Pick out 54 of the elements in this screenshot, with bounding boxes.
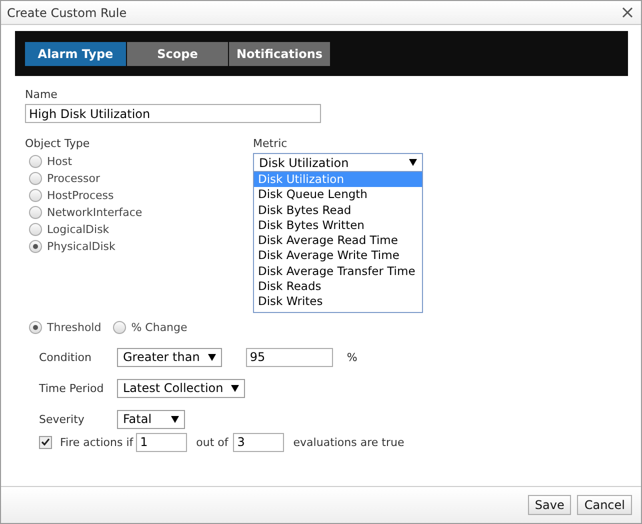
radio-label[interactable]: LogicalDisk — [47, 223, 110, 236]
radio-label[interactable]: PhysicalDisk — [47, 240, 116, 253]
name-field[interactable]: High Disk Utilization — [25, 104, 321, 123]
tab[interactable]: Alarm Type — [25, 42, 126, 66]
field-label: Metric — [253, 137, 288, 150]
radio-label[interactable]: HostProcess — [47, 189, 114, 202]
radio-button[interactable] — [29, 189, 42, 202]
caret-icon — [171, 416, 179, 423]
close-icon[interactable] — [622, 7, 633, 18]
radio-label[interactable]: NetworkInterface — [47, 206, 142, 219]
radio-label[interactable]: % Change — [131, 320, 188, 334]
field-label: out of — [196, 436, 228, 449]
dropdown-option[interactable]: Disk Bytes Read — [254, 202, 422, 218]
field-label: Time Period — [39, 382, 105, 395]
condition-dropdown[interactable]: Greater than — [117, 348, 222, 367]
radio-button[interactable] — [29, 320, 42, 334]
radio-label[interactable]: Threshold — [47, 320, 102, 334]
radio-button[interactable] — [29, 206, 42, 219]
checkbox[interactable] — [39, 436, 52, 449]
radio-label[interactable]: Processor — [47, 172, 100, 185]
dialog-button[interactable]: Cancel — [577, 495, 632, 515]
dropdown-option[interactable]: Disk Average Read Time — [254, 233, 422, 248]
field-label: Condition — [39, 350, 92, 364]
caret-icon — [409, 159, 417, 166]
total-field[interactable]: 3 — [233, 432, 284, 452]
radio-button[interactable] — [29, 223, 42, 236]
time-period-dropdown[interactable]: Latest Collection — [117, 378, 246, 398]
dropdown-option[interactable]: Disk Queue Length — [254, 187, 422, 203]
field-label: evaluations are true — [293, 436, 404, 449]
threshold-field[interactable]: 95 — [246, 348, 333, 367]
unit-label: % — [346, 350, 358, 364]
radio-button[interactable] — [29, 172, 42, 185]
dropdown-option[interactable]: Disk Average Write Time — [254, 248, 422, 264]
dropdown-option[interactable]: Disk Reads — [254, 279, 422, 294]
radio-button[interactable] — [29, 155, 42, 168]
dropdown-option[interactable]: Disk Bytes Written — [254, 218, 422, 234]
severity-dropdown[interactable]: Fatal — [117, 410, 185, 429]
radio-button[interactable] — [113, 320, 126, 334]
window-title: Create Custom Rule — [7, 6, 127, 20]
radio-label[interactable]: Host — [47, 155, 72, 168]
caret-icon — [231, 384, 240, 392]
metric-dropdown[interactable]: Disk Utilization — [253, 153, 423, 172]
count-field[interactable]: 1 — [136, 432, 188, 452]
field-label: Name — [25, 88, 58, 101]
dropdown-option[interactable]: Disk Writes — [254, 294, 422, 310]
caret-icon — [208, 354, 216, 361]
field-label: Object Type — [25, 137, 91, 150]
tab[interactable]: Notifications — [229, 42, 330, 66]
field-label: Severity — [39, 412, 86, 426]
dropdown-option[interactable]: Disk Average Transfer Time — [254, 264, 422, 280]
checkbox-label: Fire actions if — [60, 436, 134, 449]
tab[interactable]: Scope — [127, 42, 228, 66]
radio-button[interactable] — [29, 240, 42, 253]
dialog-button[interactable]: Save — [528, 495, 572, 515]
